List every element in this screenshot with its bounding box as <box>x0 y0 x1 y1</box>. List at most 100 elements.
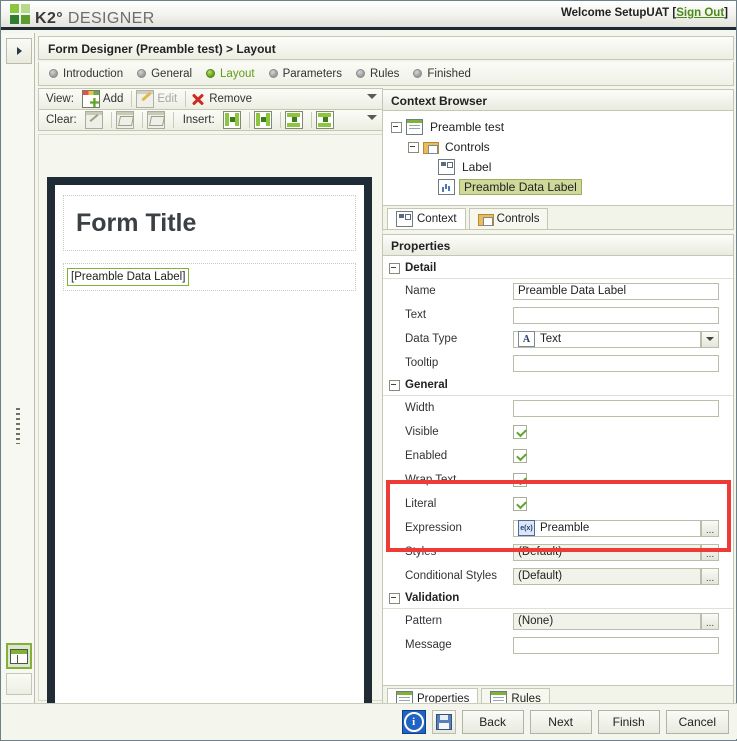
clear-cell-button[interactable] <box>83 111 109 129</box>
text-input[interactable] <box>513 306 719 324</box>
form-surface[interactable]: Form Title [Preamble Data Label] <box>55 185 364 727</box>
conditional-styles-ellipsis-button[interactable]: ... <box>701 567 719 585</box>
group-label: Detail <box>405 262 437 274</box>
save-button[interactable] <box>431 710 456 734</box>
step-rules[interactable]: Rules <box>356 68 399 80</box>
footer-buttons: i Back Next Finish Cancel <box>401 710 729 734</box>
control-icon <box>438 159 455 175</box>
chevron-right-icon <box>16 47 22 55</box>
expression-field[interactable]: e(x) Preamble <box>513 519 701 537</box>
clear-row-button[interactable] <box>114 111 140 129</box>
folder-icon <box>423 140 439 154</box>
step-parameters[interactable]: Parameters <box>268 68 342 80</box>
tree-node-label[interactable]: Label <box>391 157 733 177</box>
step-dot-icon <box>268 69 278 78</box>
context-browser-title: Context Browser <box>382 89 734 111</box>
form-canvas[interactable]: Form Title [Preamble Data Label] <box>47 177 372 735</box>
expand-collapse-icon[interactable] <box>408 141 419 153</box>
step-introduction[interactable]: Introduction <box>49 68 123 80</box>
add-button[interactable]: Add <box>80 90 129 108</box>
edit-button[interactable]: Edit <box>134 90 183 108</box>
pattern-field[interactable]: (None) <box>513 612 701 630</box>
info-button[interactable]: i <box>401 710 426 734</box>
expand-collapse-icon[interactable] <box>389 262 400 274</box>
tab-context[interactable]: Context <box>387 208 466 229</box>
toolbar-divider <box>131 91 133 107</box>
pattern-ellipsis-button[interactable]: ... <box>701 612 719 630</box>
expand-collapse-icon[interactable] <box>389 592 400 604</box>
tree-node-preamble-data-label[interactable]: Preamble Data Label <box>391 177 733 197</box>
property-row-text: Text <box>383 303 733 327</box>
step-label: Introduction <box>63 67 124 80</box>
styles-field[interactable]: (Default) <box>513 543 701 561</box>
property-label: Visible <box>405 426 439 438</box>
preamble-data-label-control[interactable]: [Preamble Data Label] <box>67 268 190 286</box>
tab-controls[interactable]: Controls <box>468 208 549 229</box>
group-general[interactable]: General <box>383 375 733 396</box>
name-input[interactable]: Preamble Data Label <box>513 282 719 300</box>
expression-icon: e(x) <box>518 520 535 536</box>
property-label: Conditional Styles <box>405 570 498 582</box>
expand-panel-button[interactable] <box>6 38 32 64</box>
step-dot-icon <box>49 69 58 78</box>
insert-column-left-button[interactable] <box>221 111 247 129</box>
toolbar-divider <box>110 112 112 128</box>
cancel-button[interactable]: Cancel <box>665 710 729 734</box>
edit-label: Edit <box>157 93 178 105</box>
rail-extra-button[interactable] <box>6 673 32 695</box>
enabled-checkbox[interactable] <box>513 449 527 463</box>
property-label: Name <box>405 285 436 297</box>
step-general[interactable]: General <box>137 68 192 80</box>
insert-column-right-button[interactable] <box>252 111 278 129</box>
group-label: General <box>405 379 448 391</box>
designer-window: K2° DESIGNER Welcome SetupUAT [Sign Out]… <box>0 0 737 741</box>
wrap-text-checkbox[interactable] <box>513 473 527 487</box>
clear-cell-icon <box>84 111 103 129</box>
group-validation[interactable]: Validation <box>383 588 733 609</box>
back-button[interactable]: Back <box>461 710 524 734</box>
width-input[interactable] <box>513 399 719 417</box>
step-dot-icon <box>413 69 423 78</box>
properties-grid: Detail Name Preamble Data Label Text Dat… <box>382 256 734 686</box>
controls-tab-icon <box>477 212 494 226</box>
toolbar-overflow-chevron-icon[interactable] <box>367 94 377 99</box>
finish-button[interactable]: Finish <box>597 710 660 734</box>
insert-label: Insert: <box>182 114 215 126</box>
styles-ellipsis-button[interactable]: ... <box>701 543 719 561</box>
literal-checkbox[interactable] <box>513 497 527 511</box>
toolbar-row-clear-insert: Clear: Insert: <box>38 109 383 131</box>
step-finished[interactable]: Finished <box>413 68 471 80</box>
clear-column-button[interactable] <box>145 111 171 129</box>
property-row-styles: Styles (Default) ... <box>383 540 733 564</box>
conditional-styles-field[interactable]: (Default) <box>513 567 701 585</box>
tree-node-controls[interactable]: Controls <box>391 137 733 157</box>
step-dot-icon <box>356 69 365 78</box>
property-row-name: Name Preamble Data Label <box>383 279 733 303</box>
sign-out-link[interactable]: Sign Out <box>676 7 724 19</box>
remove-button[interactable]: Remove <box>188 91 258 107</box>
form-label-cell[interactable]: [Preamble Data Label] <box>63 263 356 291</box>
tooltip-input[interactable] <box>513 354 719 372</box>
panel-splitter-handle[interactable] <box>16 408 20 444</box>
expand-collapse-icon[interactable] <box>389 379 400 391</box>
property-label: Message <box>405 639 452 651</box>
expand-collapse-icon[interactable] <box>391 121 402 133</box>
tree-node-preamble-test[interactable]: Preamble test <box>391 117 733 137</box>
group-detail[interactable]: Detail <box>383 258 733 279</box>
insert-row-below-button[interactable] <box>314 111 340 129</box>
toolbar-divider <box>310 112 312 128</box>
expression-ellipsis-button[interactable]: ... <box>701 519 719 537</box>
datatype-select[interactable]: A Text <box>513 330 701 348</box>
tree-node-label-text: Label <box>462 160 492 174</box>
toolbar-overflow-chevron-icon[interactable] <box>367 115 377 120</box>
next-button[interactable]: Next <box>529 710 592 734</box>
visible-checkbox[interactable] <box>513 425 527 439</box>
datatype-dropdown-button[interactable] <box>701 330 719 348</box>
layout-view-button[interactable] <box>6 643 32 669</box>
insert-column-right-icon <box>253 111 272 129</box>
edit-icon <box>136 90 155 108</box>
message-input[interactable] <box>513 636 719 654</box>
insert-row-above-button[interactable] <box>283 111 309 129</box>
step-layout[interactable]: Layout <box>206 68 255 80</box>
form-title-cell[interactable]: Form Title <box>63 195 356 251</box>
